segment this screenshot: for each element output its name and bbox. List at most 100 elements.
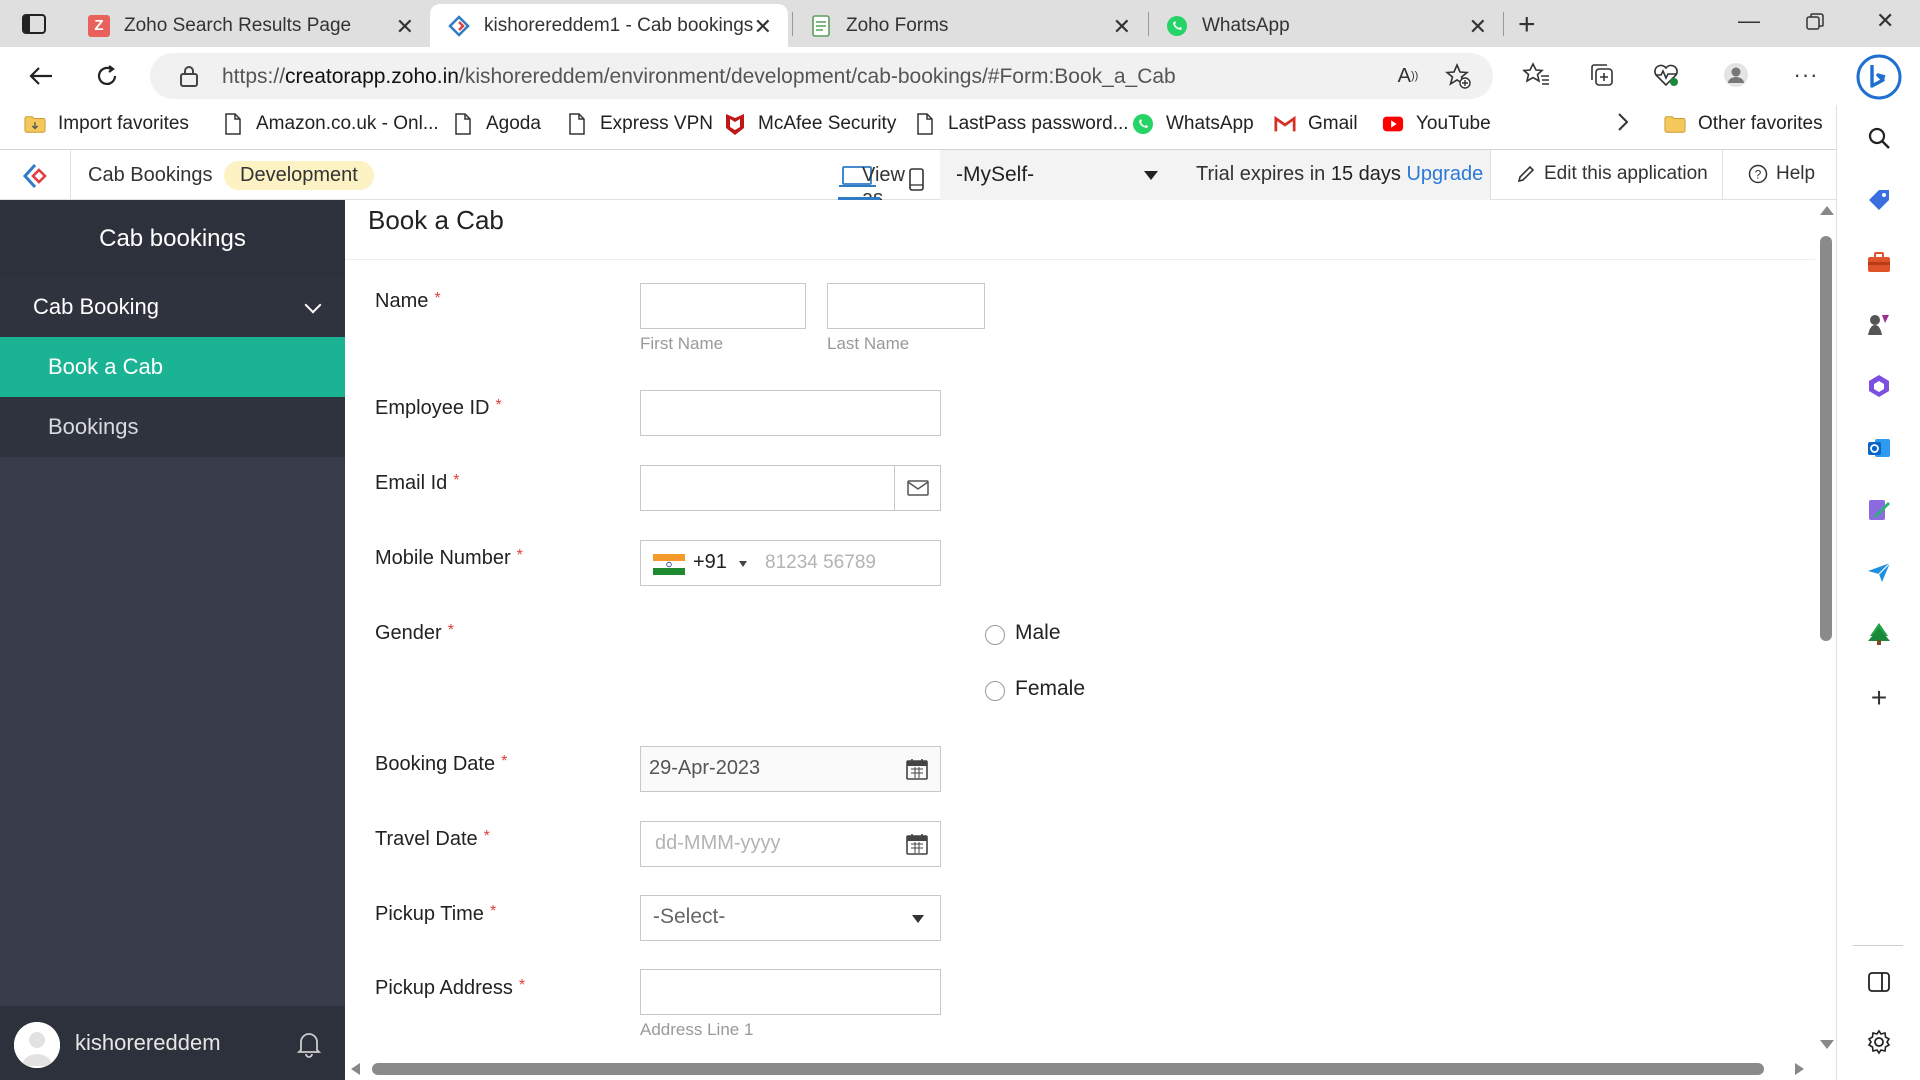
environment-badge[interactable]: Development (224, 161, 374, 190)
view-as-toggle[interactable]: View as (838, 162, 928, 209)
read-aloud-icon[interactable]: A)) (1392, 60, 1424, 92)
country-caret-icon[interactable] (739, 561, 747, 567)
travel-date-label: Travel Date * (375, 828, 490, 850)
tab-actions-icon[interactable] (20, 12, 48, 36)
add-favorite-icon[interactable] (1442, 60, 1474, 92)
calendar-icon[interactable] (906, 758, 928, 780)
gender-male-radio[interactable] (985, 625, 1005, 645)
booking-date-field[interactable]: 29-Apr-2023 (640, 746, 941, 792)
edit-application-button[interactable]: Edit this application (1516, 163, 1708, 185)
favorites-icon[interactable] (1520, 59, 1552, 91)
other-favorites-folder[interactable]: Other favorites (1664, 113, 1823, 135)
vertical-scrollbar[interactable] (1815, 200, 1836, 1070)
lock-icon[interactable] (178, 64, 200, 88)
tree-icon[interactable] (1864, 619, 1894, 649)
close-tab-icon[interactable]: ✕ (1469, 14, 1487, 40)
minimize-icon[interactable]: — (1738, 8, 1760, 34)
gender-female-radio[interactable] (985, 681, 1005, 701)
more-favorites-chevron-icon[interactable] (1616, 111, 1630, 133)
app-name[interactable]: Cab Bookings (88, 164, 213, 187)
horizontal-scroll-thumb[interactable] (372, 1063, 1764, 1075)
send-icon[interactable] (1864, 557, 1894, 587)
games-icon[interactable] (1864, 309, 1894, 339)
more-options-icon[interactable]: ··· (1790, 59, 1822, 91)
back-icon[interactable] (24, 59, 58, 93)
calendar-icon[interactable] (906, 833, 928, 855)
favorite-agoda[interactable]: Agoda (452, 113, 541, 135)
designer-icon[interactable] (1864, 495, 1894, 525)
refresh-icon[interactable] (90, 59, 124, 93)
india-flag-icon[interactable] (653, 554, 685, 575)
page-icon (914, 113, 936, 135)
horizontal-scrollbar[interactable] (345, 1058, 1815, 1080)
close-tab-icon[interactable]: ✕ (1113, 14, 1131, 40)
whatsapp-icon (1132, 113, 1154, 135)
scroll-left-icon[interactable] (351, 1063, 360, 1075)
tab-cab-bookings[interactable]: kishorereddem1 - Cab bookings ✕ (430, 4, 788, 47)
shopping-tag-icon[interactable] (1864, 185, 1894, 215)
favorite-amazon[interactable]: Amazon.co.uk - Onl... (222, 113, 439, 135)
help-button[interactable]: ? Help (1748, 163, 1815, 185)
upgrade-link[interactable]: Upgrade (1406, 163, 1483, 185)
last-name-input[interactable] (827, 283, 985, 329)
edge-sidebar: + (1836, 54, 1920, 1080)
email-field[interactable] (640, 465, 941, 511)
pickup-time-label: Pickup Time * (375, 903, 497, 925)
chevron-down-icon (912, 915, 924, 923)
pickup-time-select[interactable]: -Select- (640, 895, 941, 941)
employee-id-input[interactable] (640, 390, 941, 436)
mobile-device-icon[interactable] (908, 168, 926, 192)
browser-essentials-icon[interactable] (1650, 59, 1682, 91)
scroll-up-icon[interactable] (1820, 206, 1834, 215)
bing-copilot-icon[interactable] (1855, 53, 1903, 101)
restore-icon[interactable] (1806, 8, 1824, 37)
settings-gear-icon[interactable] (1864, 1027, 1894, 1057)
mobile-field[interactable]: +91 81234 56789 (640, 540, 941, 586)
left-navigation: Cab bookings Cab Booking Book a Cab Book… (0, 200, 345, 1080)
favorite-gmail[interactable]: Gmail (1274, 113, 1358, 135)
close-window-icon[interactable]: ✕ (1876, 8, 1894, 34)
nav-section-cab-booking[interactable]: Cab Booking (0, 277, 345, 337)
tools-briefcase-icon[interactable] (1864, 247, 1894, 277)
avatar[interactable] (14, 1022, 60, 1068)
outlook-icon[interactable] (1864, 433, 1894, 463)
zoho-creator-logo-icon[interactable] (22, 163, 52, 189)
collections-icon[interactable] (1586, 59, 1618, 91)
close-tab-icon[interactable]: ✕ (396, 14, 414, 40)
envelope-icon (894, 466, 940, 510)
vertical-scroll-thumb[interactable] (1820, 236, 1832, 641)
url-field[interactable]: https://creatorapp.zoho.in/kishorereddem… (150, 53, 1493, 99)
address-line-1-input[interactable] (640, 969, 941, 1015)
notification-bell-icon[interactable] (296, 1030, 322, 1058)
close-tab-icon[interactable]: ✕ (754, 14, 772, 40)
profile-icon[interactable] (1720, 59, 1752, 91)
microsoft-365-icon[interactable] (1864, 371, 1894, 401)
new-tab-icon[interactable]: + (1518, 8, 1536, 42)
pickup-address-label: Pickup Address * (375, 977, 526, 999)
tab-whatsapp[interactable]: WhatsApp ✕ (1148, 4, 1503, 47)
form-panel: Book a Cab Name * First Name Last Name Em… (345, 200, 1815, 1070)
gender-female-label[interactable]: Female (1015, 677, 1085, 701)
tab-zoho-forms[interactable]: Zoho Forms ✕ (792, 4, 1147, 47)
username[interactable]: kishorereddem (75, 1030, 221, 1056)
favorite-whatsapp[interactable]: WhatsApp (1132, 113, 1254, 135)
sidebar-layout-icon[interactable] (1864, 967, 1894, 997)
favorite-mcafee[interactable]: McAfee Security (724, 113, 896, 135)
add-sidebar-app-icon[interactable]: + (1864, 682, 1894, 713)
scroll-right-icon[interactable] (1795, 1063, 1804, 1075)
employee-id-label: Employee ID * (375, 397, 502, 419)
scroll-down-icon[interactable] (1820, 1040, 1834, 1049)
first-name-input[interactable] (640, 283, 806, 329)
favorite-lastpass[interactable]: LastPass password... (914, 113, 1129, 135)
nav-item-bookings[interactable]: Bookings (0, 397, 345, 457)
favorite-youtube[interactable]: YouTube (1382, 113, 1491, 135)
nav-item-book-a-cab[interactable]: Book a Cab (0, 337, 345, 397)
country-code[interactable]: +91 (693, 551, 727, 574)
travel-date-field[interactable]: dd-MMM-yyyy (640, 821, 941, 867)
favorite-express-vpn[interactable]: Express VPN (566, 113, 713, 135)
view-as-user-select[interactable]: -MySelf- (940, 150, 1172, 200)
tab-zoho-search[interactable]: Z Zoho Search Results Page ✕ (70, 4, 430, 47)
search-icon[interactable] (1864, 123, 1894, 153)
favorite-import[interactable]: Import favorites (24, 113, 189, 135)
gender-male-label[interactable]: Male (1015, 621, 1061, 645)
